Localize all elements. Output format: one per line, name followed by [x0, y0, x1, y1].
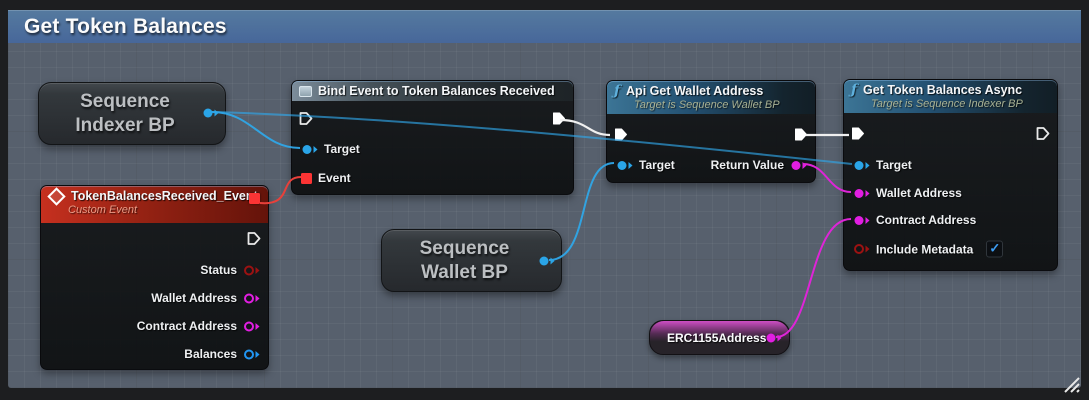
pin-label: Balances [184, 347, 237, 361]
pin-label: Status [200, 263, 237, 277]
node-api-get-wallet-address[interactable]: ƒ Api Get Wallet Address Target is Seque… [606, 80, 816, 183]
pin-sequence-indexer-output[interactable] [202, 107, 219, 120]
comment-title-bar[interactable]: Get Token Balances [8, 10, 1081, 43]
pin-label: Wallet Address [876, 186, 962, 200]
bind-event-header[interactable]: Bind Event to Token Balances Received [292, 81, 573, 101]
object-pin-icon [301, 143, 318, 156]
node-title: Bind Event to Token Balances Received [318, 84, 555, 98]
exec-in-pin[interactable] [851, 127, 865, 146]
pin-include-metadata[interactable]: Include Metadata ✓ [853, 241, 1003, 258]
pin-label: Contract Address [137, 319, 237, 333]
pin-target[interactable]: Target [853, 158, 912, 172]
node-label-line2: Wallet BP [420, 261, 510, 284]
custom-event-icon [47, 187, 65, 205]
string-pin-icon [790, 159, 807, 172]
object-pin-icon [853, 159, 870, 172]
exec-out-pin[interactable] [247, 232, 261, 251]
pin-wallet-address[interactable]: Wallet Address [151, 291, 260, 305]
node-subtitle: Target is Sequence Indexer BP [851, 98, 1049, 110]
object-pin-icon [243, 348, 260, 361]
pin-target[interactable]: Target [301, 142, 360, 156]
node-get-token-balances-async[interactable]: ƒ Get Token Balances Async Target is Seq… [843, 79, 1058, 271]
pin-target[interactable]: Target [616, 158, 675, 172]
blueprint-editor-frame: Get Token Balances Sequence Indexer BP B… [0, 0, 1089, 400]
bool-pin-icon [243, 264, 260, 277]
pin-event[interactable]: Event [301, 171, 351, 185]
node-subtitle: Target is Sequence Wallet BP [614, 99, 807, 111]
bind-event-icon [299, 86, 312, 97]
pin-label: Target [639, 158, 675, 172]
node-title: TokenBalancesReceived_Event [71, 189, 258, 203]
pin-label: Event [318, 171, 351, 185]
node-label-line2: Indexer BP [75, 114, 174, 137]
object-pin-icon [538, 255, 555, 268]
object-pin-icon [616, 159, 633, 172]
function-icon: ƒ [614, 85, 620, 97]
exec-out-pin[interactable] [552, 112, 566, 131]
function-node-header[interactable]: ƒ Get Token Balances Async Target is Seq… [844, 80, 1057, 113]
pin-label: Target [324, 142, 360, 156]
exec-out-pin[interactable] [794, 128, 808, 147]
node-label-line1: Sequence [75, 90, 174, 113]
graph-title: Get Token Balances [8, 15, 227, 39]
custom-event-header[interactable]: TokenBalancesReceived_Event Custom Event [41, 186, 268, 223]
string-pin-icon [853, 187, 870, 200]
node-custom-event[interactable]: TokenBalancesReceived_Event Custom Event… [40, 185, 269, 370]
window-resize-handle[interactable] [1061, 376, 1083, 394]
node-sequence-indexer-bp[interactable]: Sequence Indexer BP [38, 82, 226, 145]
pin-label: Contract Address [876, 213, 976, 227]
string-pin-icon [765, 332, 782, 345]
exec-out-pin[interactable] [1036, 127, 1050, 146]
string-pin-icon [243, 292, 260, 305]
pin-balances[interactable]: Balances [184, 347, 260, 361]
exec-in-pin[interactable] [614, 128, 628, 147]
delegate-out-pin[interactable] [249, 193, 260, 204]
delegate-pin-icon [301, 173, 312, 184]
pin-erc1155-output[interactable] [765, 332, 782, 345]
node-erc1155-address[interactable]: ERC1155Address [649, 320, 790, 355]
pin-label: Include Metadata [876, 242, 973, 256]
node-title: Get Token Balances Async [863, 83, 1022, 97]
pin-wallet-address[interactable]: Wallet Address [853, 186, 962, 200]
node-label-line1: Sequence [420, 237, 510, 260]
pin-return-value[interactable]: Return Value [711, 158, 807, 172]
pin-label: Return Value [711, 158, 784, 172]
variable-label: ERC1155Address [650, 331, 766, 345]
node-title: Api Get Wallet Address [626, 84, 763, 98]
pin-contract-address[interactable]: Contract Address [137, 319, 260, 333]
bool-pin-icon [853, 243, 870, 256]
pin-label: Target [876, 158, 912, 172]
pin-status[interactable]: Status [200, 263, 260, 277]
string-pin-icon [853, 214, 870, 227]
pin-contract-address[interactable]: Contract Address [853, 213, 976, 227]
pin-label: Wallet Address [151, 291, 237, 305]
exec-in-pin[interactable] [299, 112, 313, 131]
node-subtitle: Custom Event [48, 204, 260, 216]
pin-sequence-wallet-output[interactable] [538, 255, 555, 268]
node-bind-event[interactable]: Bind Event to Token Balances Received Ta… [291, 80, 574, 195]
function-node-header[interactable]: ƒ Api Get Wallet Address Target is Seque… [607, 81, 815, 114]
node-sequence-wallet-bp[interactable]: Sequence Wallet BP [381, 229, 562, 292]
string-pin-icon [243, 320, 260, 333]
object-pin-icon [202, 107, 219, 120]
include-metadata-checkbox[interactable]: ✓ [986, 241, 1003, 258]
function-icon: ƒ [851, 84, 857, 96]
